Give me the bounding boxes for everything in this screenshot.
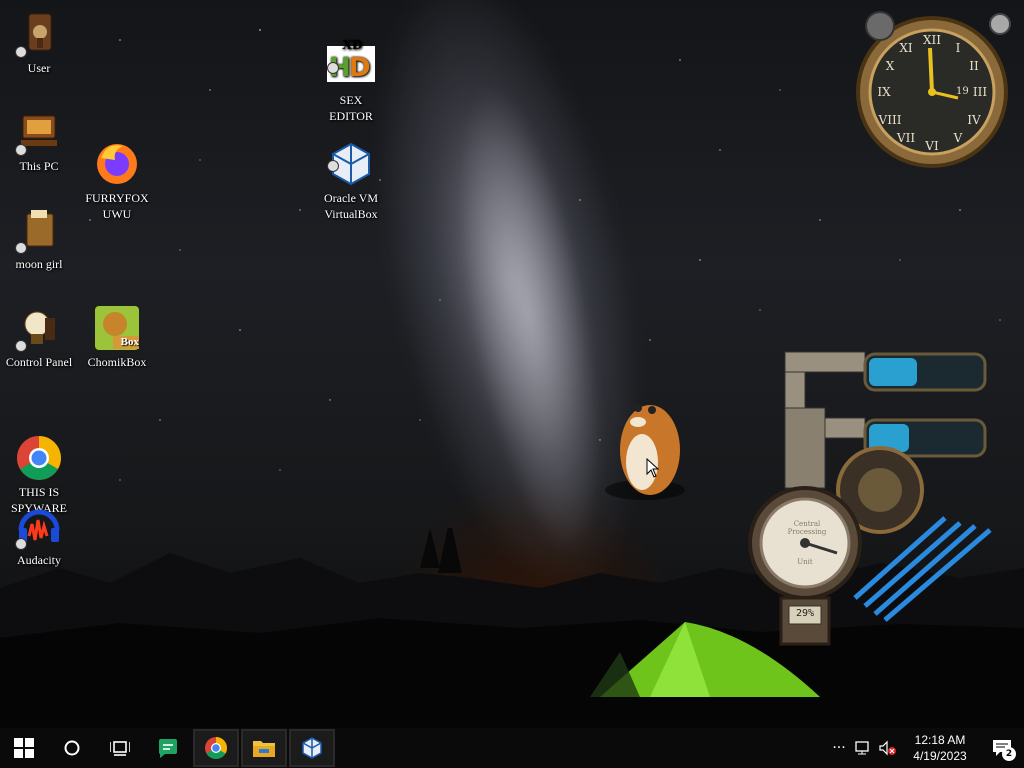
tray-overflow-button[interactable]: ··· <box>826 740 852 756</box>
chrome-icon <box>15 418 63 480</box>
icon-label: moon girl <box>15 257 63 271</box>
gauge-top-label: Central Processing <box>787 520 827 536</box>
firefox-icon <box>93 124 141 184</box>
svg-text:XI: XI <box>899 41 913 55</box>
notification-count-badge: 2 <box>1002 747 1016 761</box>
control-panel-icon <box>15 304 63 352</box>
icon-label: Audacity <box>17 553 61 567</box>
taskbar-file-explorer[interactable] <box>241 729 287 767</box>
taskbar-google-chat[interactable] <box>144 728 192 768</box>
desktop-icon-audacity[interactable]: Audacity <box>0 502 78 568</box>
desktop-icon-virtualbox[interactable]: Oracle VM VirtualBox <box>312 108 390 238</box>
desktop-icon-chomikbox[interactable]: Box ChomikBox <box>78 304 156 370</box>
desktop-icon-control-panel[interactable]: Control Panel <box>0 304 78 370</box>
hamster-image <box>605 404 685 500</box>
clock-widget[interactable]: XII III VI IX I II IV V VII VIII X XI 19 <box>850 4 1020 170</box>
icon-label: Oracle VM VirtualBox <box>323 191 379 221</box>
icon-label: User <box>27 61 51 75</box>
task-view-icon <box>110 741 130 756</box>
icon-label: This PC <box>19 159 59 173</box>
desktop-icon-moon-girl[interactable]: moon girl <box>0 206 78 272</box>
desktop-icon-furryfox[interactable]: FURRYFOX UWU <box>78 108 156 238</box>
system-tray: ··· 12:18 AM 4/19/2023 2 <box>826 728 1024 768</box>
chomikbox-icon: Box <box>93 304 141 352</box>
volume-muted-icon[interactable] <box>876 740 900 756</box>
svg-text:X: X <box>886 59 895 73</box>
svg-text:I: I <box>956 41 961 55</box>
taskbar-chrome[interactable] <box>193 729 239 767</box>
icon-label: ChomikBox <box>87 355 147 369</box>
system-gauge-widget[interactable]: Central Processing Unit 29% <box>745 348 1000 648</box>
svg-text:VI: VI <box>924 139 939 153</box>
taskbar-clock[interactable]: 12:18 AM 4/19/2023 <box>900 732 980 764</box>
taskbar: ··· 12:18 AM 4/19/2023 2 <box>0 728 1024 768</box>
search-circle-icon <box>64 740 80 756</box>
clock-date: 19 <box>956 86 969 97</box>
svg-text:VIII: VIII <box>878 113 902 127</box>
clock-time: 12:18 AM <box>914 733 966 747</box>
virtualbox-icon <box>302 737 322 759</box>
audacity-icon <box>15 502 63 550</box>
user-folder-icon <box>15 10 63 58</box>
task-view-button[interactable] <box>96 728 144 768</box>
gauge-bottom-label: Unit <box>797 558 813 566</box>
file-explorer-icon <box>253 741 275 757</box>
desktop-icon-user[interactable]: User <box>0 10 78 76</box>
svg-text:III: III <box>973 85 987 99</box>
svg-text:IV: IV <box>967 113 981 127</box>
desktop-icon-this-pc[interactable]: This PC <box>0 108 78 174</box>
this-pc-icon <box>15 108 63 156</box>
clock-date: 4/19/2023 <box>913 749 967 763</box>
taskbar-virtualbox[interactable] <box>289 729 335 767</box>
windows-start-icon <box>14 738 34 758</box>
hxd-badge: XD <box>342 38 363 53</box>
start-button[interactable] <box>0 728 48 768</box>
hxd-icon: HD XD <box>327 26 375 83</box>
svg-text:VII: VII <box>896 131 915 145</box>
google-chat-icon <box>159 739 177 758</box>
svg-text:II: II <box>969 59 979 73</box>
mouse-cursor <box>646 458 660 478</box>
gauge-percent: 29% <box>795 608 815 619</box>
action-center-button[interactable]: 2 <box>980 728 1024 768</box>
virtualbox-icon <box>327 124 375 186</box>
chrome-icon <box>205 737 227 759</box>
folder-icon <box>15 206 63 254</box>
chomikbox-badge: Box <box>120 336 139 348</box>
svg-text:D: D <box>349 53 371 83</box>
svg-text:IX: IX <box>877 85 891 99</box>
search-button[interactable] <box>48 728 96 768</box>
network-icon[interactable] <box>852 740 876 756</box>
icon-label: FURRYFOX UWU <box>85 191 149 221</box>
svg-text:XII: XII <box>923 33 941 47</box>
icon-label: Control Panel <box>5 355 73 369</box>
svg-text:V: V <box>953 131 963 145</box>
